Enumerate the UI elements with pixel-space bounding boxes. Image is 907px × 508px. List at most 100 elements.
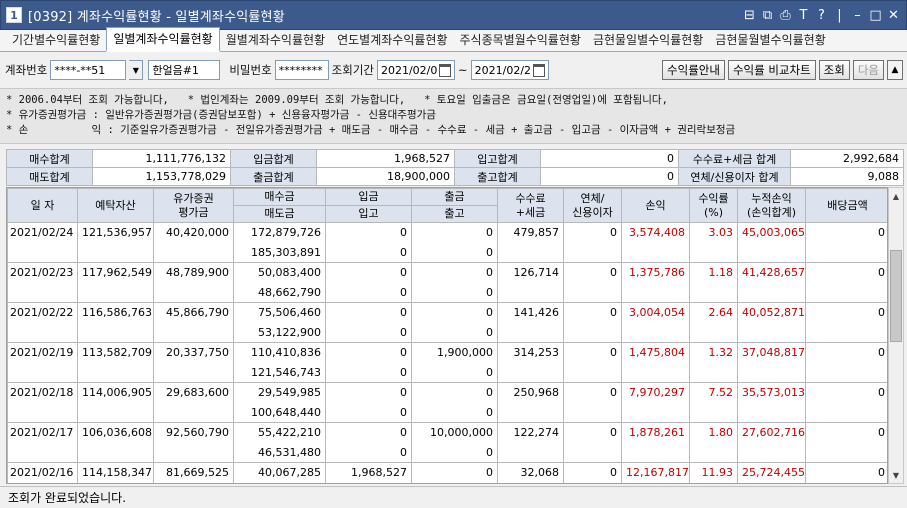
cell-cum-pnl: 45,003,065 — [737, 222, 806, 263]
calendar-icon[interactable] — [533, 63, 545, 77]
cell-sell: 46,531,480 — [233, 442, 326, 463]
account-number-input[interactable]: ****-**51 — [50, 60, 127, 80]
cell-buy: 110,410,836 — [233, 342, 326, 363]
cell-date: 2021/02/17 — [7, 422, 78, 463]
cell-date: 2021/02/22 — [7, 302, 78, 343]
search-button[interactable]: 조회 — [818, 60, 850, 80]
return-compare-chart-button[interactable]: 수익률 비교차트 — [727, 60, 816, 80]
account-label: 계좌번호 — [5, 63, 48, 77]
col-header-sell[interactable]: 매도금 — [233, 205, 326, 223]
cell-interest: 0 — [563, 262, 622, 303]
col-header-interest[interactable]: 연체/ 신용이자 — [563, 188, 622, 223]
password-input[interactable]: ******** — [274, 60, 329, 80]
deposit-total-value: 1,968,527 — [316, 149, 455, 168]
table-row[interactable]: 2021/02/17 106,036,608 92,560,790 55,422,21… — [7, 422, 887, 463]
col-header-in[interactable]: 입고 — [325, 205, 412, 223]
status-message: 조회가 완료되었습니다. — [8, 491, 127, 505]
cell-fee-tax: 479,857 — [497, 222, 564, 263]
col-header-return[interactable]: 수익률 (%) — [689, 188, 738, 223]
maximize-icon[interactable]: □ — [869, 8, 882, 23]
grid-vertical-scrollbar[interactable]: ▲ ▼ — [888, 187, 904, 484]
col-header-fee-tax[interactable]: 수수료 +세금 — [497, 188, 564, 223]
cell-deposit: 1,968,527 — [325, 462, 412, 483]
cell-securities-eval: 29,683,600 — [153, 382, 234, 423]
daily-return-table: 일 자 예탁자산 유가증권 평가금 매수금 입금 출금 수수료 +세금 연체/ … — [7, 188, 887, 483]
cell-fee-tax: 32,068 — [497, 462, 564, 483]
cell-deposit: 0 — [325, 262, 412, 283]
date-from-input[interactable]: 2021/02/0 — [376, 60, 455, 80]
cell-deposit-asset: 114,158,347 — [77, 462, 154, 483]
cell-withdraw: 0 — [411, 262, 498, 283]
col-header-pnl[interactable]: 손익 — [621, 188, 690, 223]
tab-period-return[interactable]: 기간별수익률현황 — [6, 29, 106, 51]
cell-out: 0 — [411, 242, 498, 263]
table-row[interactable]: 2021/02/22 116,586,763 45,866,790 75,506,46… — [7, 302, 887, 343]
font-size-icon[interactable]: T — [797, 8, 810, 23]
tab-stock-monthly-return[interactable]: 주식종목별월수익률현황 — [453, 29, 586, 51]
date-to-input[interactable]: 2021/02/2 — [470, 60, 549, 80]
cell-interest: 0 — [563, 342, 622, 383]
window-titlebar: 1 [0392] 계좌수익률현황 - 일별계좌수익률현황 ⊟ ⧉ ⎙ T ? |… — [0, 0, 907, 30]
cell-in: 0 — [325, 402, 412, 423]
cell-in: 0 — [325, 362, 412, 383]
date-to-value: 2021/02/2 — [474, 63, 532, 77]
in-total-value: 0 — [540, 149, 679, 168]
cell-out: 0 — [411, 322, 498, 343]
cell-buy: 172,879,726 — [233, 222, 326, 243]
table-row[interactable]: 2021/02/24 121,536,957 40,420,000 172,879,7… — [7, 222, 887, 263]
cell-dividend: 0 — [805, 422, 887, 463]
cell-withdraw: 0 — [411, 462, 498, 483]
tab-daily-account-return[interactable]: 일별계좌수익률현황 — [106, 27, 220, 52]
notice-line: * 유가증권평가금 : 일반유가증권평가금(증권담보포함) + 신용융자평가금 … — [6, 109, 436, 121]
help-icon[interactable]: ? — [815, 8, 828, 23]
col-header-withdraw[interactable]: 출금 — [411, 188, 498, 206]
cell-out: 0 — [411, 282, 498, 303]
table-row[interactable]: 2021/02/16 114,158,347 81,669,525 40,067,28… — [7, 462, 887, 483]
out-total-label: 출고합계 — [454, 167, 541, 186]
col-header-dividend[interactable]: 배당금액 — [805, 188, 887, 223]
col-header-securities-eval[interactable]: 유가증권 평가금 — [153, 188, 234, 223]
summary-table: 매수합계 1,111,776,132 입금합계 1,968,527 입고합계 0… — [6, 149, 904, 186]
tab-bar: 기간별수익률현황 일별계좌수익률현황 월별계좌수익률현황 연도별계좌수익률현황 … — [0, 27, 907, 52]
cell-date: 2021/02/24 — [7, 222, 78, 263]
cell-interest: 0 — [563, 382, 622, 423]
col-header-buy[interactable]: 매수금 — [233, 188, 326, 206]
col-header-date[interactable]: 일 자 — [7, 188, 78, 223]
tab-gold-monthly-return[interactable]: 금현물월별수익률현황 — [709, 29, 831, 51]
link-icon[interactable]: ⊟ — [743, 8, 756, 23]
copy-window-icon[interactable]: ⧉ — [761, 8, 774, 23]
next-button[interactable]: 다음 — [852, 60, 884, 80]
table-row[interactable]: 2021/02/18 114,006,905 29,683,600 29,549,98… — [7, 382, 887, 423]
close-icon[interactable]: ✕ — [887, 8, 900, 23]
cell-deposit: 0 — [325, 382, 412, 403]
withdraw-total-label: 출금합계 — [230, 167, 317, 186]
col-header-deposit[interactable]: 입금 — [325, 188, 412, 206]
in-total-label: 입고합계 — [454, 149, 541, 168]
collapse-up-button[interactable]: ▲ — [887, 60, 903, 80]
scroll-thumb[interactable] — [890, 250, 902, 342]
table-row[interactable]: 2021/02/19 113,582,709 20,337,750 110,410,8… — [7, 342, 887, 383]
scroll-up-icon[interactable]: ▲ — [889, 188, 903, 204]
tab-yearly-account-return[interactable]: 연도별계좌수익률현황 — [331, 29, 453, 51]
interest-total-value: 9,088 — [790, 167, 904, 186]
daily-return-grid[interactable]: 일 자 예탁자산 유가증권 평가금 매수금 입금 출금 수수료 +세금 연체/ … — [6, 187, 888, 484]
cell-withdraw: 0 — [411, 222, 498, 243]
col-header-deposit-asset[interactable]: 예탁자산 — [77, 188, 154, 223]
tab-monthly-account-return[interactable]: 월별계좌수익률현황 — [220, 29, 331, 51]
cell-in: 0 — [325, 282, 412, 303]
col-header-cum-pnl[interactable]: 누적손익 (손익합계) — [737, 188, 806, 223]
cell-securities-eval: 20,337,750 — [153, 342, 234, 383]
scroll-down-icon[interactable]: ▼ — [889, 467, 903, 483]
col-header-out[interactable]: 출고 — [411, 205, 498, 223]
minimize-icon[interactable]: – — [851, 8, 864, 23]
tab-gold-daily-return[interactable]: 금현물일별수익률현황 — [587, 29, 709, 51]
withdraw-total-value: 18,900,000 — [316, 167, 455, 186]
sell-total-value: 1,153,778,029 — [92, 167, 231, 186]
calendar-icon[interactable] — [439, 63, 451, 77]
out-total-value: 0 — [540, 167, 679, 186]
table-row[interactable]: 2021/02/23 117,962,549 48,789,900 50,083,40… — [7, 262, 887, 303]
window-number-badge: 1 — [6, 7, 22, 23]
account-dropdown-button[interactable]: ▼ — [129, 60, 144, 80]
return-guide-button[interactable]: 수익률안내 — [662, 60, 725, 80]
print-icon[interactable]: ⎙ — [779, 8, 792, 23]
